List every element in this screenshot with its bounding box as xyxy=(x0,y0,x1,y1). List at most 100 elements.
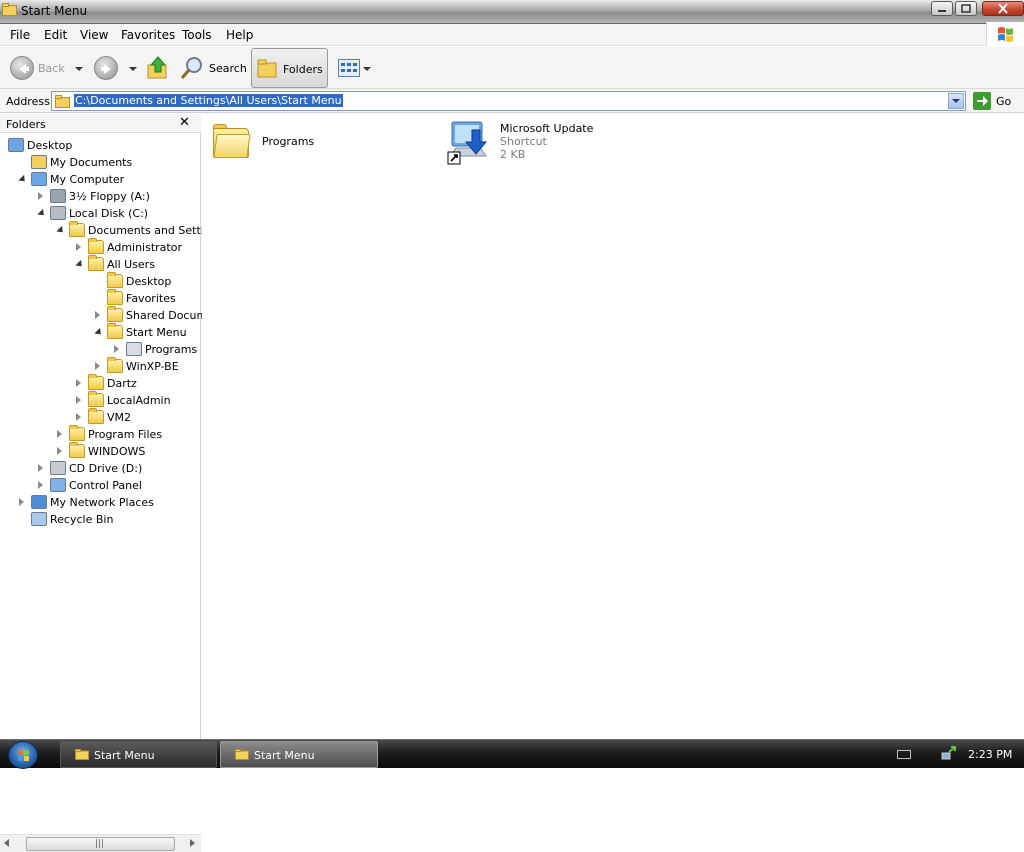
expand-icon[interactable] xyxy=(95,362,100,370)
large-folder-icon[interactable] xyxy=(213,124,251,160)
menu-view[interactable]: View xyxy=(80,28,108,42)
taskbar-button-start-menu-active[interactable]: Start Menu xyxy=(220,741,378,768)
expand-icon[interactable] xyxy=(57,430,62,438)
folder-icon xyxy=(107,323,123,339)
folder-icon xyxy=(88,408,104,424)
clock: 2:23 PM xyxy=(968,748,1013,761)
tree-item[interactable]: Documents and Settings xyxy=(0,221,224,239)
collapse-icon[interactable] xyxy=(18,174,28,185)
tree-item[interactable]: VM2 xyxy=(0,408,201,426)
expand-icon[interactable] xyxy=(95,311,100,319)
tree-item[interactable]: Shared Documents xyxy=(0,306,231,324)
back-dropdown-icon[interactable] xyxy=(75,67,83,71)
up-folder-icon[interactable] xyxy=(146,55,170,81)
start-button[interactable] xyxy=(8,741,38,769)
address-input[interactable]: C:\Documents and Settings\All Users\Star… xyxy=(51,91,966,111)
tree-item[interactable]: Desktop xyxy=(0,272,201,290)
address-dropdown-button[interactable] xyxy=(948,93,964,109)
minimize-button[interactable] xyxy=(931,1,953,16)
scroll-right-icon[interactable] xyxy=(190,839,195,847)
search-label[interactable]: Search xyxy=(209,62,247,75)
menu-tools[interactable]: Tools xyxy=(182,28,212,42)
tree-item[interactable]: Desktop xyxy=(0,137,201,154)
scroll-left-icon[interactable] xyxy=(4,839,9,847)
tree-item[interactable]: My Documents xyxy=(0,154,201,171)
tree-item[interactable]: My Network Places xyxy=(0,494,201,511)
keyboard-icon[interactable] xyxy=(897,750,911,759)
menu-edit[interactable]: Edit xyxy=(44,28,67,42)
title-bar[interactable]: Start Menu xyxy=(0,0,1024,24)
tree-item[interactable]: Administrator xyxy=(0,238,201,256)
expand-icon[interactable] xyxy=(76,396,81,404)
item-microsoft-update-name[interactable]: Microsoft Update xyxy=(500,122,593,135)
collapse-icon[interactable] xyxy=(37,208,47,219)
views-dropdown-icon[interactable] xyxy=(363,67,371,71)
folders-label: Folders xyxy=(283,63,323,76)
tree-item-label: Local Disk (C:) xyxy=(69,207,149,220)
microsoft-update-icon[interactable] xyxy=(446,118,492,166)
expand-icon[interactable] xyxy=(57,447,62,455)
folder-icon xyxy=(107,357,123,373)
menu-file[interactable]: File xyxy=(10,28,30,42)
expand-icon[interactable] xyxy=(19,498,24,506)
tree-item-label: VM2 xyxy=(107,411,132,424)
tree-item[interactable]: Control Panel xyxy=(0,477,201,494)
maximize-button[interactable] xyxy=(955,1,977,16)
back-button[interactable] xyxy=(10,56,34,80)
folder-icon xyxy=(107,306,123,322)
go-label[interactable]: Go xyxy=(996,95,1011,108)
views-icon[interactable] xyxy=(338,59,360,77)
tree-item[interactable]: Recycle Bin xyxy=(0,511,201,528)
tree-item[interactable]: Start Menu xyxy=(0,323,201,341)
scrollbar-thumb[interactable]: ||| xyxy=(26,837,175,851)
close-icon[interactable]: ✕ xyxy=(179,115,190,130)
tree-item-label: My Computer xyxy=(50,173,125,186)
tree-item[interactable]: Program Files xyxy=(0,425,201,443)
expand-icon[interactable] xyxy=(38,481,43,489)
taskbar: Start Menu Start Menu 2:23 PM xyxy=(0,739,1024,769)
tree-item[interactable]: 3½ Floppy (A:) xyxy=(0,188,201,205)
search-icon[interactable] xyxy=(180,55,206,81)
expand-icon[interactable] xyxy=(38,192,43,200)
go-button[interactable] xyxy=(973,92,991,110)
go-arrow-icon xyxy=(977,96,988,106)
tree-item[interactable]: CD Drive (D:) xyxy=(0,460,201,477)
expand-icon[interactable] xyxy=(76,243,81,251)
forward-dropdown-icon[interactable] xyxy=(129,67,137,71)
file-list-view[interactable]: Programs Microsoft Update Shortcut 2 KB xyxy=(202,114,1024,739)
menu-favorites[interactable]: Favorites xyxy=(121,28,175,42)
collapse-icon[interactable] xyxy=(94,327,104,338)
expand-icon[interactable] xyxy=(76,379,81,387)
tree-item[interactable]: Favorites xyxy=(0,289,201,307)
collapse-icon[interactable] xyxy=(56,225,66,236)
expand-icon[interactable] xyxy=(114,345,119,353)
network-icon[interactable] xyxy=(941,746,957,760)
menu-help[interactable]: Help xyxy=(226,28,253,42)
tree-item[interactable]: All Users xyxy=(0,255,201,273)
tree-item-label: My Network Places xyxy=(50,496,154,509)
horizontal-scrollbar[interactable]: ||| xyxy=(0,834,201,852)
tree-item[interactable]: Local Disk (C:) xyxy=(0,205,201,222)
collapse-icon[interactable] xyxy=(75,259,85,270)
forward-button[interactable] xyxy=(94,56,118,80)
tree-item-label: 3½ Floppy (A:) xyxy=(69,190,150,203)
tree-item[interactable]: LocalAdmin xyxy=(0,391,201,409)
folders-button[interactable]: Folders xyxy=(251,48,328,88)
item-programs-label[interactable]: Programs xyxy=(262,135,314,148)
tree-item[interactable]: WINDOWS xyxy=(0,442,201,460)
tree-item[interactable]: Dartz xyxy=(0,374,201,392)
folders-pane-header: Folders ✕ xyxy=(0,114,201,133)
tree-item-label: Recycle Bin xyxy=(50,513,114,526)
programs-folder-icon xyxy=(126,342,142,356)
expand-icon[interactable] xyxy=(38,464,43,472)
tree-item[interactable]: WinXP-BE xyxy=(0,357,201,375)
taskbar-button-start-menu[interactable]: Start Menu xyxy=(60,741,217,768)
address-value[interactable]: C:\Documents and Settings\All Users\Star… xyxy=(74,94,343,107)
expand-icon[interactable] xyxy=(76,413,81,421)
tree-item[interactable]: My Computer xyxy=(0,171,201,188)
close-button[interactable] xyxy=(982,1,1024,16)
tree-item[interactable]: Programs xyxy=(0,341,201,358)
folder-icon xyxy=(107,272,123,288)
taskbar-button-label: Start Menu xyxy=(254,749,315,762)
standard-toolbar: Back Search Folders xyxy=(0,47,1024,89)
